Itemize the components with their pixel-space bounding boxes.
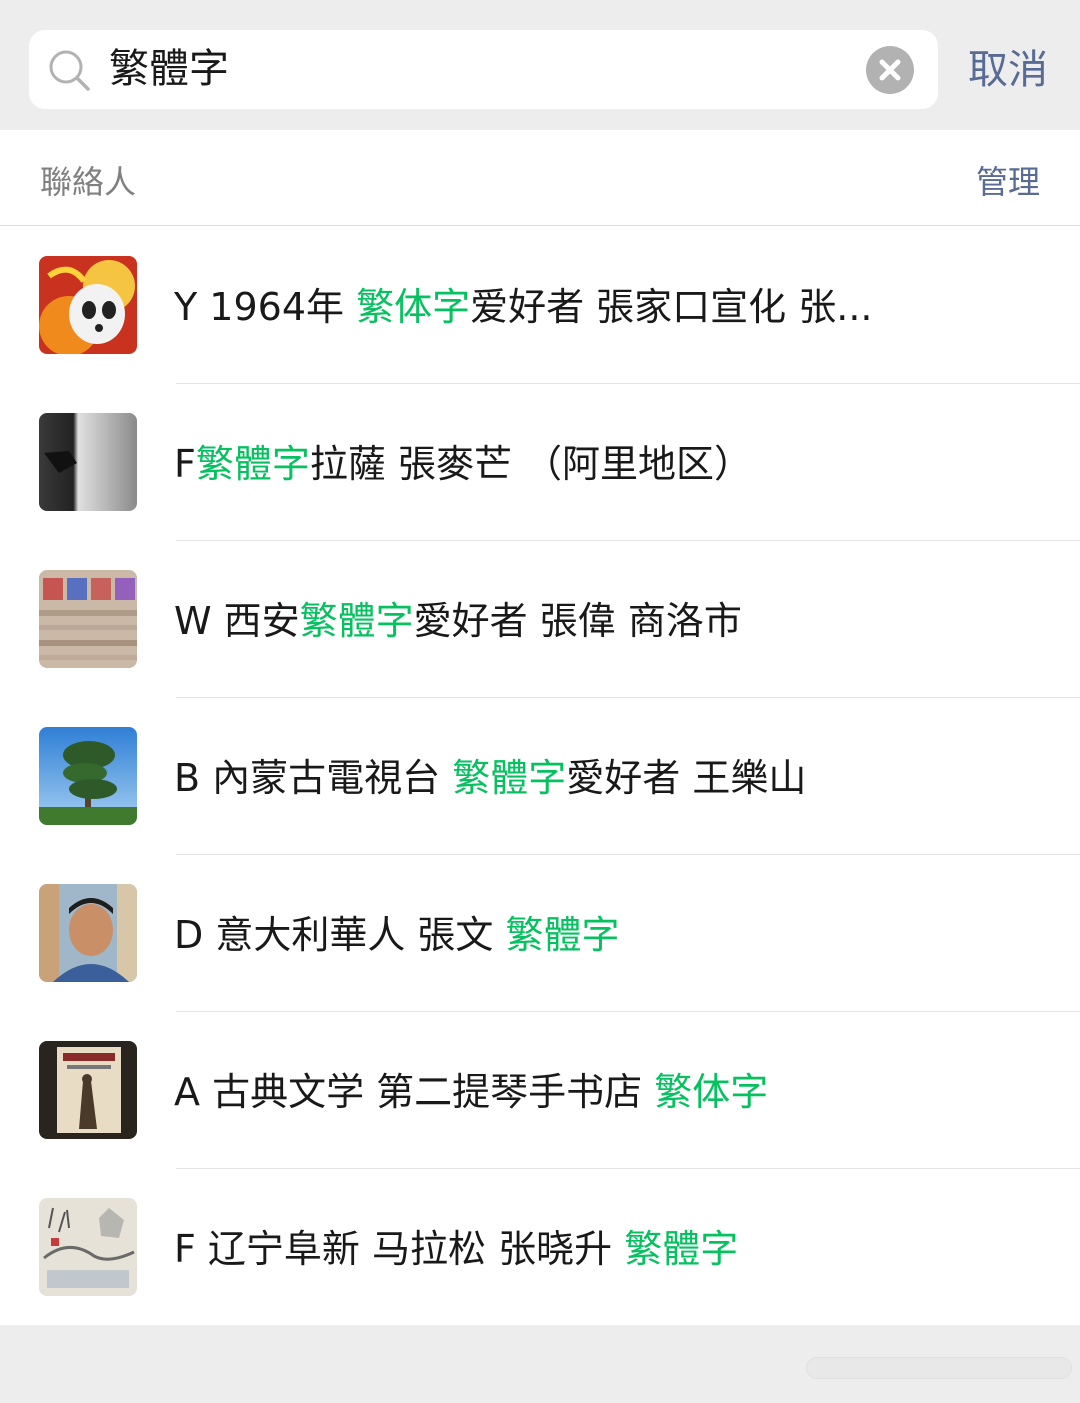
contact-name: A 古典文学 第二提琴手书店 繁体字: [174, 1070, 769, 1114]
contact-name: W 西安繁體字愛好者 張偉 商洛市: [174, 599, 742, 643]
section-title: 聯絡人: [40, 163, 137, 201]
contact-name: D 意大利華人 張文 繁體字: [174, 913, 620, 957]
contact-name: F繁體字拉薩 張麥芒 （阿里地区）: [174, 442, 753, 486]
contact-list: Y 1964年 繁体字爱好者 張家口宣化 张... F繁體字拉薩 張麥芒 （阿里…: [0, 227, 1080, 1326]
contact-row[interactable]: B 內蒙古電視台 繁體字愛好者 王樂山: [0, 698, 1080, 855]
search-query[interactable]: 繁體字: [109, 44, 229, 94]
search-bar: 繁體字 取消: [0, 0, 1080, 130]
section-header-contacts: 聯絡人 管理: [0, 130, 1080, 226]
contact-row[interactable]: F 辽宁阜新 马拉松 张晓升 繁體字: [0, 1169, 1080, 1326]
contact-row[interactable]: A 古典文学 第二提琴手书店 繁体字: [0, 1012, 1080, 1169]
cancel-button[interactable]: 取消: [968, 44, 1048, 96]
contact-row[interactable]: W 西安繁體字愛好者 張偉 商洛市: [0, 541, 1080, 698]
clear-search-button[interactable]: [866, 46, 914, 94]
contact-row[interactable]: D 意大利華人 張文 繁體字: [0, 855, 1080, 1012]
clear-icon: [879, 59, 901, 81]
avatar: [39, 884, 137, 982]
search-results: 聯絡人 管理 Y 1964年 繁体字爱好者 張家口宣化 张... F繁體字拉薩 …: [0, 130, 1080, 1325]
contact-name: F 辽宁阜新 马拉松 张晓升 繁體字: [174, 1227, 739, 1271]
search-icon: [49, 50, 90, 91]
search-input[interactable]: 繁體字: [29, 30, 938, 109]
manage-button[interactable]: 管理: [976, 160, 1040, 204]
avatar: [39, 413, 137, 511]
avatar: [39, 570, 137, 668]
avatar: [39, 256, 137, 354]
avatar: [39, 1198, 137, 1296]
contact-name: Y 1964年 繁体字爱好者 張家口宣化 张...: [174, 285, 873, 329]
contact-row[interactable]: F繁體字拉薩 張麥芒 （阿里地区）: [0, 384, 1080, 541]
home-indicator[interactable]: [806, 1357, 1072, 1379]
contact-name: B 內蒙古電視台 繁體字愛好者 王樂山: [174, 756, 807, 800]
avatar: [39, 1041, 137, 1139]
contact-row[interactable]: Y 1964年 繁体字爱好者 張家口宣化 张...: [0, 227, 1080, 384]
avatar: [39, 727, 137, 825]
